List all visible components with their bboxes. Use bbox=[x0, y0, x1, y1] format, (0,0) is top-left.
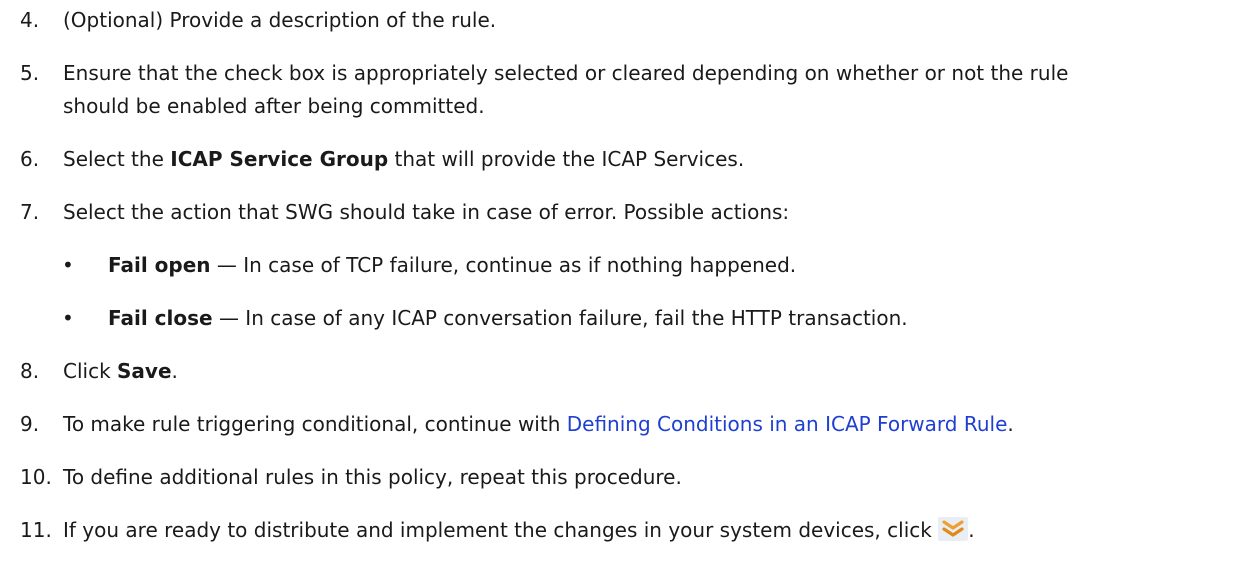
step-number: 11. bbox=[20, 518, 52, 542]
bullet-description: — In case of any ICAP conversation failu… bbox=[212, 306, 908, 330]
step-number: 9. bbox=[20, 412, 40, 436]
step-text-pre: Select the bbox=[63, 147, 171, 171]
step-text-post: . bbox=[968, 518, 975, 542]
step-number: 6. bbox=[20, 147, 40, 171]
step-text: To make rule triggering conditional, con… bbox=[63, 408, 1014, 441]
ui-term-icap-service-group: ICAP Service Group bbox=[170, 147, 389, 171]
deploy-changes-icon[interactable] bbox=[938, 517, 969, 541]
step-text-pre: Click bbox=[63, 359, 118, 383]
bullet-term: Fail open bbox=[108, 253, 211, 277]
step-number: 5. bbox=[20, 61, 40, 85]
bullet-term: Fail close bbox=[108, 306, 213, 330]
step-text: If you are ready to distribute and imple… bbox=[63, 514, 975, 547]
bullet-description: — In case of TCP failure, continue as if… bbox=[210, 253, 797, 277]
step-number: 8. bbox=[20, 359, 40, 383]
ui-term-save: Save bbox=[117, 359, 172, 383]
step-text-post: that will provide the ICAP Services. bbox=[388, 147, 745, 171]
step-text-pre: To make rule triggering conditional, con… bbox=[63, 412, 567, 436]
step-number: 10. bbox=[20, 465, 52, 489]
step-text: To define additional rules in this polic… bbox=[63, 465, 682, 489]
step-text-line-2: should be enabled after being committed. bbox=[63, 94, 485, 118]
step-number: 7. bbox=[20, 200, 40, 224]
step-text-post: . bbox=[1007, 412, 1014, 436]
step-5: 5. Ensure that the check box is appropri… bbox=[20, 57, 1235, 123]
step-text: Click Save. bbox=[63, 355, 178, 388]
step-text-pre: If you are ready to distribute and imple… bbox=[63, 518, 939, 542]
step-text: Select the action that SWG should take i… bbox=[63, 200, 790, 224]
document-page: 4. (Optional) Provide a description of t… bbox=[0, 0, 1249, 582]
step-number: 4. bbox=[20, 8, 40, 32]
bullet-text: Fail open — In case of TCP failure, cont… bbox=[108, 249, 796, 282]
step-text-post: . bbox=[171, 359, 178, 383]
step-text: (Optional) Provide a description of the … bbox=[63, 8, 497, 32]
link-defining-conditions[interactable]: Defining Conditions in an ICAP Forward R… bbox=[567, 412, 1008, 436]
bullet-text: Fail close — In case of any ICAP convers… bbox=[108, 302, 908, 335]
bullet-dot: • bbox=[62, 306, 74, 330]
bullet-dot: • bbox=[62, 253, 74, 277]
step-text-line-1: Ensure that the check box is appropriate… bbox=[63, 61, 1069, 85]
step-text: Select the ICAP Service Group that will … bbox=[63, 143, 744, 176]
